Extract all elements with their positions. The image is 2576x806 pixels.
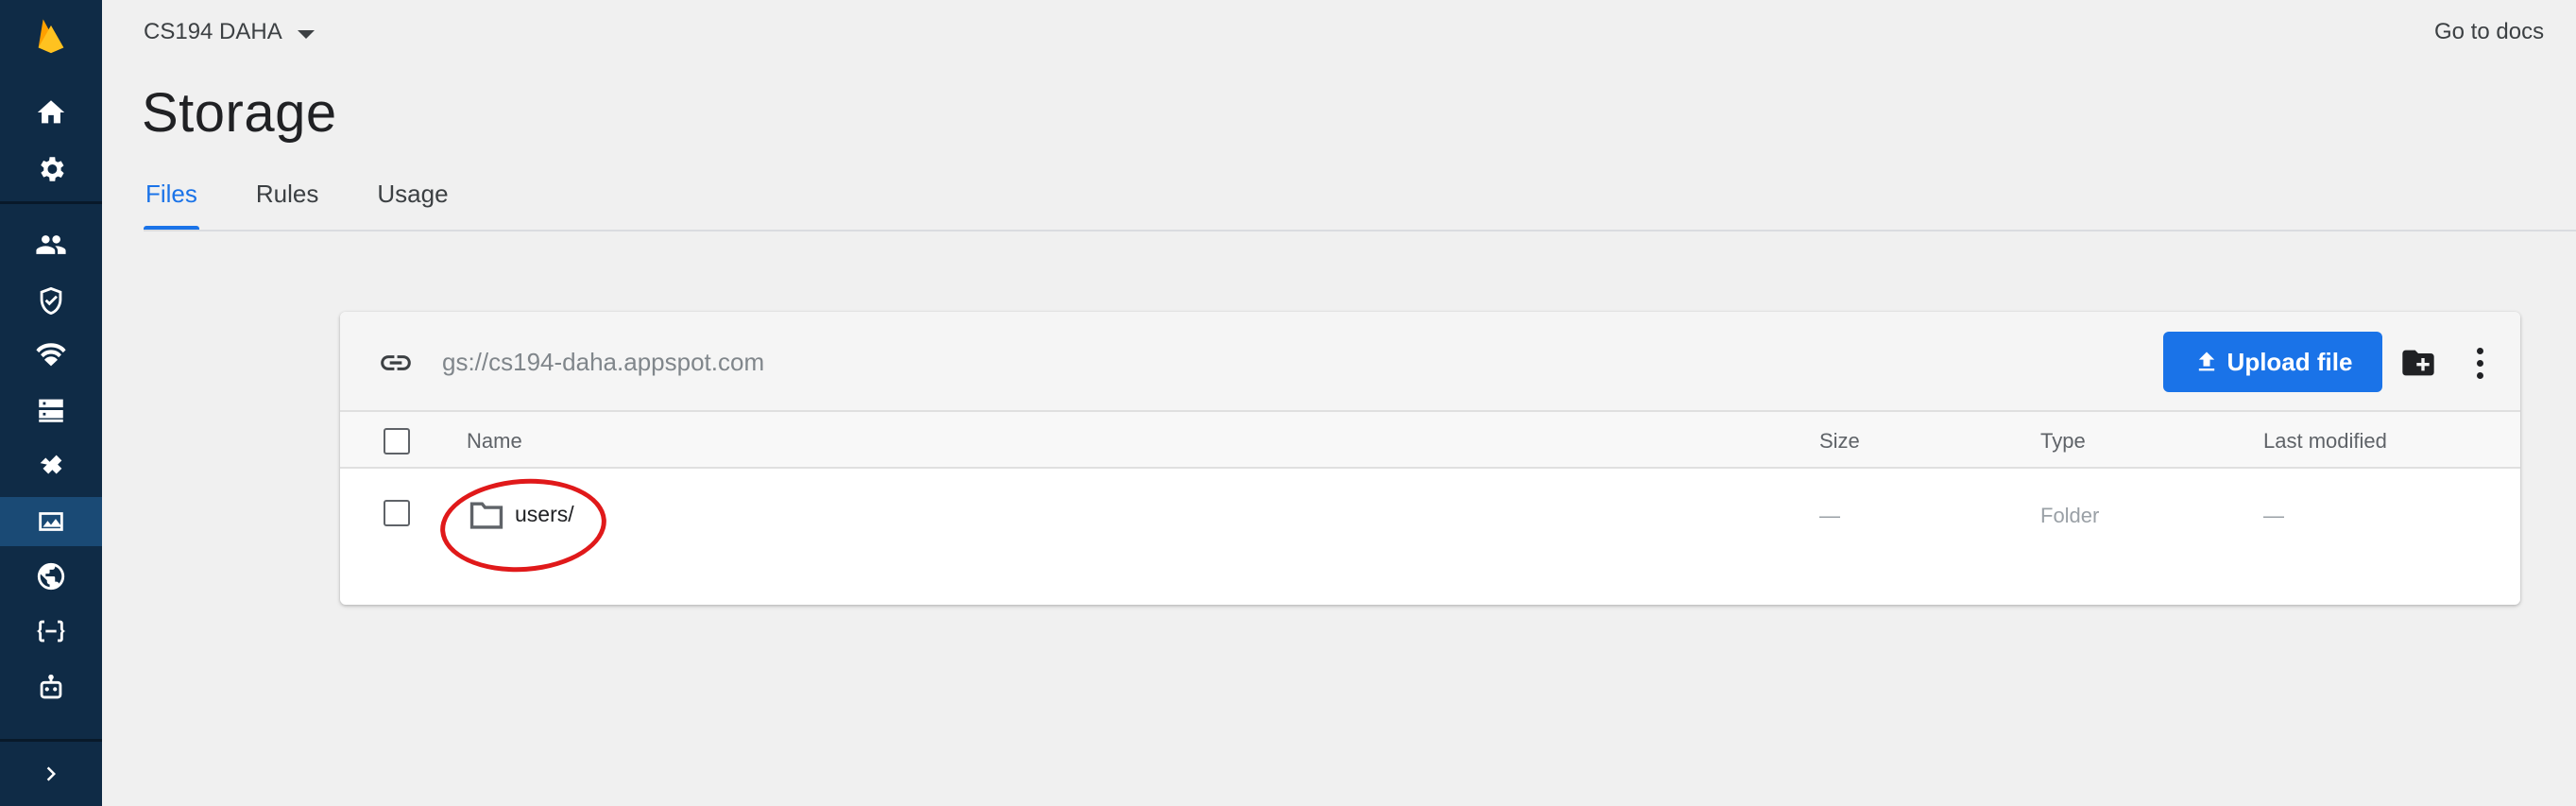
chevron-right-icon [46,766,56,781]
upload-file-button[interactable]: Upload file [2163,332,2382,392]
dot [2476,371,2483,379]
bucket-url[interactable]: gs://cs194-daha.appspot.com [442,348,764,377]
last-modified-cell: — [2263,504,2284,527]
firestore-icon[interactable] [0,331,102,380]
table-row[interactable]: users/ — Folder — [340,469,2520,563]
folder-icon [469,498,504,530]
rail-divider [0,201,102,204]
upload-icon [2198,352,2214,371]
bucket-toolbar: gs://cs194-daha.appspot.com Upload file [340,312,2520,412]
create-folder-icon [2402,350,2434,376]
dot [2476,359,2483,367]
firebase-logo-icon[interactable] [0,8,102,62]
left-nav-rail [0,0,102,806]
project-name: CS194 DAHA [144,19,282,44]
column-name[interactable]: Name [467,429,522,454]
expand-rail-button[interactable] [0,739,102,806]
select-all-checkbox[interactable] [384,428,410,454]
more-options-button[interactable] [2465,342,2494,384]
dropdown-caret-icon [297,29,315,39]
table-header: Name Size Type Last modified [340,412,2520,469]
dot [2476,347,2483,354]
tab-bar: Files Rules Usage [144,180,505,231]
functions-icon[interactable] [0,607,102,656]
settings-gear-icon[interactable] [0,145,102,194]
go-to-docs-link[interactable]: Go to docs [2434,19,2576,45]
column-type[interactable]: Type [2040,429,2086,454]
ml-robot-icon[interactable] [0,663,102,712]
size-cell: — [1819,504,1840,527]
tab-rules[interactable]: Rules [254,180,320,231]
type-cell: Folder [2040,504,2100,527]
tab-usage[interactable]: Usage [375,180,450,231]
security-shield-icon[interactable] [0,276,102,325]
column-size[interactable]: Size [1819,429,1860,454]
page-title: Storage [142,82,337,144]
column-last-modified[interactable]: Last modified [2263,429,2387,454]
home-icon[interactable] [0,88,102,137]
file-browser-card: gs://cs194-daha.appspot.com Upload file … [340,312,2520,605]
folder-name[interactable]: users/ [515,502,574,527]
project-selector[interactable]: CS194 DAHA [144,19,315,45]
link-icon[interactable] [378,345,414,381]
database-icon[interactable] [0,386,102,435]
hosting-icon[interactable] [0,441,102,490]
tab-files[interactable]: Files [144,180,199,231]
authentication-icon[interactable] [0,220,102,269]
storage-icon[interactable] [0,497,102,546]
tabs-divider [144,230,2576,232]
upload-file-label: Upload file [2226,347,2353,376]
new-folder-button[interactable] [2399,344,2437,382]
row-checkbox[interactable] [384,500,410,526]
globe-icon[interactable] [0,552,102,601]
